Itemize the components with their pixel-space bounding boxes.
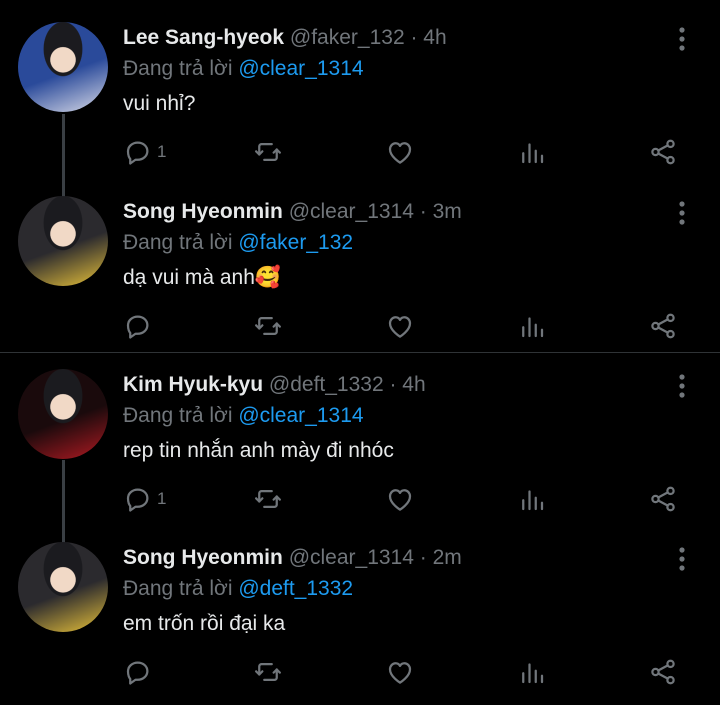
like-button[interactable]: [385, 301, 415, 351]
share-icon: [648, 657, 678, 687]
retweet-button[interactable]: [253, 474, 283, 524]
replying-to: Đang trả lời @deft_1332: [123, 577, 353, 601]
timestamp[interactable]: · 3m: [420, 200, 462, 223]
tweet[interactable]: Song Hyeonmin @clear_1314 · 3m Đang trả l…: [0, 174, 720, 352]
retweet-icon: [253, 311, 283, 341]
mention-link[interactable]: @clear_1314: [238, 57, 363, 80]
reply-button[interactable]: [123, 301, 153, 351]
tweet-header: Kim Hyuk-kyu @deft_1332 · 4h: [123, 373, 426, 397]
analytics-icon: [517, 137, 547, 167]
like-button[interactable]: [385, 647, 415, 697]
share-button[interactable]: [648, 474, 678, 524]
tweet-header: Lee Sang-hyeok @faker_132 · 4h: [123, 26, 447, 50]
reply-button[interactable]: 1: [123, 474, 166, 524]
author-name[interactable]: Kim Hyuk-kyu: [123, 373, 263, 396]
like-icon: [385, 137, 415, 167]
author-name[interactable]: Song Hyeonmin: [123, 200, 283, 223]
replying-to-label: Đang trả lời: [123, 404, 233, 427]
like-button[interactable]: [385, 127, 415, 177]
share-icon: [648, 311, 678, 341]
share-button[interactable]: [648, 647, 678, 697]
reply-icon: [123, 311, 153, 341]
like-icon: [385, 657, 415, 687]
analytics-button[interactable]: [517, 127, 547, 177]
tweet-actions: [0, 647, 720, 697]
analytics-button[interactable]: [517, 474, 547, 524]
share-button[interactable]: [648, 301, 678, 351]
author-handle[interactable]: @deft_1332: [269, 373, 384, 396]
analytics-icon: [517, 657, 547, 687]
like-icon: [385, 484, 415, 514]
replying-to: Đang trả lời @faker_132: [123, 231, 353, 255]
replying-to-label: Đang trả lời: [123, 231, 233, 254]
avatar[interactable]: [18, 369, 108, 459]
tweet-header: Song Hyeonmin @clear_1314 · 3m: [123, 200, 462, 224]
share-icon: [648, 484, 678, 514]
replying-to-label: Đang trả lời: [123, 57, 233, 80]
analytics-icon: [517, 311, 547, 341]
author-name[interactable]: Song Hyeonmin: [123, 546, 283, 569]
avatar[interactable]: [18, 22, 108, 112]
avatar[interactable]: [18, 196, 108, 286]
more-icon[interactable]: [672, 373, 692, 399]
tweet-actions: 1: [0, 474, 720, 524]
author-name[interactable]: Lee Sang-hyeok: [123, 26, 284, 49]
tweet-text: dạ vui mà anh🥰: [123, 266, 282, 289]
retweet-icon: [253, 484, 283, 514]
more-icon[interactable]: [672, 546, 692, 572]
retweet-button[interactable]: [253, 127, 283, 177]
timestamp[interactable]: · 4h: [410, 26, 446, 49]
tweet-actions: [0, 301, 720, 351]
like-icon: [385, 311, 415, 341]
reply-count: 1: [157, 489, 167, 508]
analytics-button[interactable]: [517, 301, 547, 351]
reply-icon: [123, 137, 153, 167]
replying-to-label: Đang trả lời: [123, 577, 233, 600]
reply-count: 1: [157, 142, 167, 161]
timestamp[interactable]: · 2m: [420, 546, 462, 569]
reply-button[interactable]: 1: [123, 127, 166, 177]
tweet-text: vui nhỉ?: [123, 92, 196, 115]
share-icon: [648, 137, 678, 167]
mention-link[interactable]: @clear_1314: [238, 404, 363, 427]
mention-link[interactable]: @faker_132: [238, 231, 353, 254]
retweet-button[interactable]: [253, 301, 283, 351]
tweet-text: rep tin nhắn anh mày đi nhóc: [123, 439, 394, 462]
retweet-icon: [253, 657, 283, 687]
replying-to: Đang trả lời @clear_1314: [123, 57, 364, 81]
avatar[interactable]: [18, 542, 108, 632]
replying-to: Đang trả lời @clear_1314: [123, 404, 364, 428]
retweet-button[interactable]: [253, 647, 283, 697]
reply-icon: [123, 484, 153, 514]
reply-icon: [123, 657, 153, 687]
author-handle[interactable]: @clear_1314: [289, 200, 414, 223]
author-handle[interactable]: @faker_132: [290, 26, 405, 49]
more-icon[interactable]: [672, 200, 692, 226]
like-button[interactable]: [385, 474, 415, 524]
tweet[interactable]: Lee Sang-hyeok @faker_132 · 4h Đang trả l…: [0, 0, 720, 180]
author-handle[interactable]: @clear_1314: [289, 546, 414, 569]
analytics-button[interactable]: [517, 647, 547, 697]
retweet-icon: [253, 137, 283, 167]
tweet[interactable]: Kim Hyuk-kyu @deft_1332 · 4h Đang trả lời…: [0, 347, 720, 525]
tweet-header: Song Hyeonmin @clear_1314 · 2m: [123, 546, 462, 570]
analytics-icon: [517, 484, 547, 514]
mention-link[interactable]: @deft_1332: [238, 577, 353, 600]
tweet-text: em trốn rồi đại ka: [123, 612, 286, 635]
more-icon[interactable]: [672, 26, 692, 52]
tweet-actions: 1: [0, 127, 720, 177]
share-button[interactable]: [648, 127, 678, 177]
tweet[interactable]: Song Hyeonmin @clear_1314 · 2m Đang trả l…: [0, 520, 720, 705]
timestamp[interactable]: · 4h: [389, 373, 425, 396]
reply-button[interactable]: [123, 647, 153, 697]
